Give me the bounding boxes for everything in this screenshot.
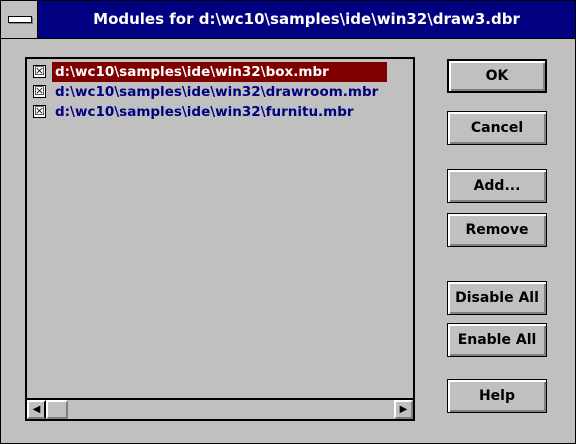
horizontal-scrollbar[interactable]: ◀ ▶ — [27, 398, 413, 419]
list-item[interactable]: ☒ d:\wc10\samples\ide\win32\box.mbr — [27, 62, 413, 82]
modules-list: ☒ d:\wc10\samples\ide\win32\box.mbr ☒ d:… — [27, 59, 413, 398]
title-bar[interactable]: Modules for d:\wc10\samples\ide\win32\dr… — [1, 1, 575, 39]
module-path: d:\wc10\samples\ide\win32\furnitu.mbr — [55, 104, 354, 120]
list-item[interactable]: ☒ d:\wc10\samples\ide\win32\furnitu.mbr — [27, 102, 413, 122]
cancel-button[interactable]: Cancel — [447, 111, 547, 145]
add-button[interactable]: Add... — [447, 169, 547, 203]
arrow-right-icon[interactable]: ▶ — [394, 400, 413, 419]
help-button[interactable]: Help — [447, 379, 547, 413]
disable-all-button[interactable]: Disable All — [447, 281, 547, 315]
arrow-left-icon[interactable]: ◀ — [27, 400, 46, 419]
modules-listbox[interactable]: ☒ d:\wc10\samples\ide\win32\box.mbr ☒ d:… — [25, 57, 415, 421]
system-menu-button[interactable] — [1, 1, 38, 38]
remove-button[interactable]: Remove — [447, 213, 547, 247]
module-path: d:\wc10\samples\ide\win32\box.mbr — [52, 62, 387, 82]
list-item[interactable]: ☒ d:\wc10\samples\ide\win32\drawroom.mbr — [27, 82, 413, 102]
ok-button[interactable]: OK — [447, 59, 547, 93]
dialog-title: Modules for d:\wc10\samples\ide\win32\dr… — [93, 10, 520, 28]
checkbox-checked-icon[interactable]: ☒ — [33, 65, 46, 78]
system-menu-icon — [8, 16, 32, 23]
module-path: d:\wc10\samples\ide\win32\drawroom.mbr — [55, 84, 379, 100]
enable-all-button[interactable]: Enable All — [447, 323, 547, 357]
checkbox-checked-icon[interactable]: ☒ — [33, 105, 46, 118]
checkbox-checked-icon[interactable]: ☒ — [33, 85, 46, 98]
modules-dialog: Modules for d:\wc10\samples\ide\win32\dr… — [0, 0, 576, 444]
scroll-thumb[interactable] — [46, 400, 68, 419]
